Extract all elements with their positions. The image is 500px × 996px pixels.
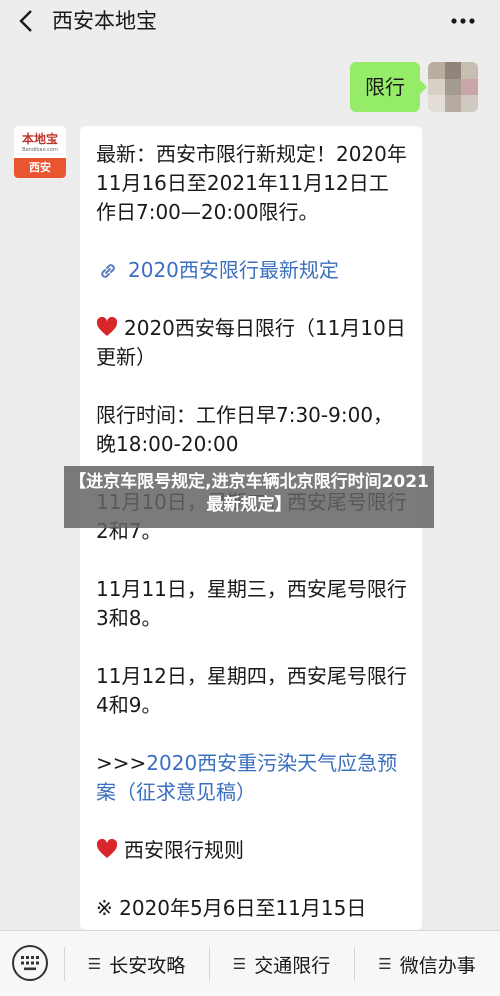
bot-avatar[interactable]: 本地宝 Bendibao.com 西安 xyxy=(14,126,66,178)
link-pollution-plan-row[interactable]: >>>2020西安重污染天气应急预案（征求意见稿） xyxy=(96,749,408,807)
avatar-city-label: 西安 xyxy=(14,158,66,178)
restriction-time-text: 限行时间：工作日早7:30-9:00，晚18:00-20:00 xyxy=(96,403,394,456)
link-icon xyxy=(101,263,115,278)
menu-traffic-restriction[interactable]: ☰ 交通限行 xyxy=(209,931,354,996)
day-rule-nov12: 11月12日，星期四，西安尾号限行4和9。 xyxy=(96,664,407,717)
more-options-icon[interactable] xyxy=(448,9,478,33)
rules-heading-label: 西安限行规则 xyxy=(124,838,244,862)
day-rule-nov11: 11月11日，星期三，西安尾号限行3和8。 xyxy=(96,577,407,630)
bottom-menu-bar: ☰ 长安攻略 ☰ 交通限行 ☰ 微信办事 xyxy=(0,930,500,996)
overlay-title: 【进京车限号规定,进京车辆北京限行时间2021最新规定】 xyxy=(69,472,429,515)
keyboard-icon[interactable] xyxy=(10,943,50,983)
menu-wechat-services-label: 微信办事 xyxy=(399,954,476,977)
link-latest-rules[interactable]: 2020西安限行最新规定 xyxy=(96,256,408,285)
user-avatar[interactable] xyxy=(428,62,478,112)
chat-title: 西安本地宝 xyxy=(52,9,157,33)
daily-restriction-label: 2020西安每日限行（11月10日更新） xyxy=(96,316,406,369)
bot-message-bubble: 最新：西安市限行新规定！2020年11月16日至2021年11月12日工作日7:… xyxy=(80,126,422,930)
back-arrow-icon[interactable] xyxy=(14,6,40,36)
link-latest-rules-label[interactable]: 2020西安限行最新规定 xyxy=(128,256,339,285)
article-title-overlay: 【进京车限号规定,进京车辆北京限行时间2021最新规定】 xyxy=(64,466,434,528)
avatar-logo-text: 本地宝 xyxy=(21,132,58,146)
avatar-logo-subtext: Bendibao.com xyxy=(22,147,58,153)
menu-changan-guide[interactable]: ☰ 长安攻略 xyxy=(64,931,209,996)
intro-text: 最新：西安市限行新规定！2020年11月16日至2021年11月12日工作日7:… xyxy=(96,142,407,224)
menu-list-icon: ☰ xyxy=(232,955,247,973)
period-text: ※ 2020年5月6日至11月15日 xyxy=(96,896,367,920)
top-bar: 西安本地宝 xyxy=(0,0,500,46)
user-message-bubble: 限行 xyxy=(350,62,427,112)
rules-heading: 西安限行规则 xyxy=(96,836,408,865)
menu-traffic-restriction-label: 交通限行 xyxy=(254,954,331,977)
menu-changan-guide-label: 长安攻略 xyxy=(109,954,186,977)
link-prefix: >>> xyxy=(96,751,147,775)
menu-wechat-services[interactable]: ☰ 微信办事 xyxy=(354,931,500,996)
daily-restriction-heading: 2020西安每日限行（11月10日更新） xyxy=(96,314,408,372)
menu-list-icon: ☰ xyxy=(87,955,102,973)
heart-icon xyxy=(96,317,118,336)
heart-icon xyxy=(96,839,118,858)
menu-list-icon: ☰ xyxy=(378,955,392,973)
